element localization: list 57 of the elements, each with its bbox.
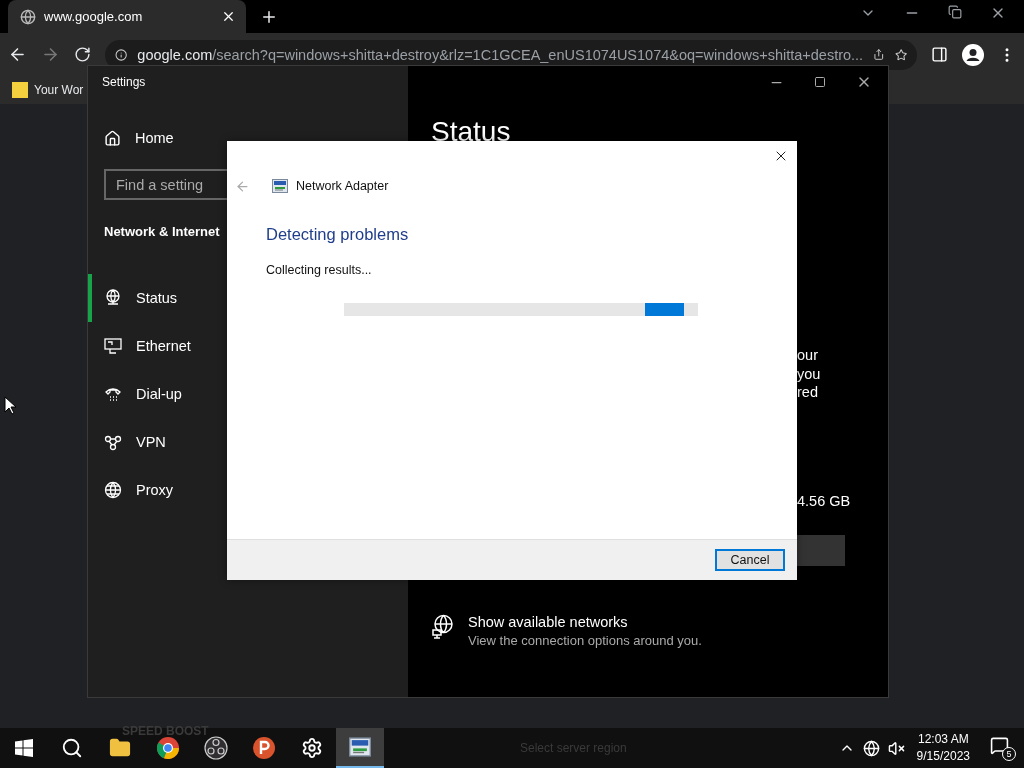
network-adapter-icon [349,736,371,758]
folder-icon [109,737,131,759]
windows-icon [15,739,33,757]
app-icon [252,736,276,760]
text-fragment: you [797,364,822,383]
nav-item[interactable]: VPN [88,418,174,466]
globe-icon [20,8,36,25]
settings-icon [301,737,323,759]
description: View the connection options around you. [468,632,702,648]
volume-muted-icon[interactable] [887,739,905,757]
link[interactable]: Show available networks [468,613,702,630]
bookmark[interactable]: Your Wor [34,83,84,97]
globe-monitor-icon [104,289,122,307]
heading: Detecting problems [266,225,410,244]
home-icon [104,129,121,147]
globe-monitor-icon [431,613,456,639]
close-icon[interactable] [221,9,236,24]
taskbar-app[interactable] [336,728,384,768]
maximize-icon[interactable] [814,76,826,88]
cancel-button[interactable]: Cancel [715,549,785,571]
data-usage: 4.56 GB [797,492,852,509]
cursor-icon [4,396,16,415]
star-icon[interactable] [894,46,907,63]
info-icon [115,46,128,63]
profile-icon[interactable] [962,43,984,66]
nav-item[interactable]: Dial-up [88,370,190,418]
vpn-icon [104,433,122,451]
nav-item[interactable]: Status [88,274,186,322]
network-adapter-icon [272,178,288,194]
window-title: Settings [101,74,147,91]
nav-item[interactable]: Proxy [88,466,182,514]
ethernet-icon [104,337,122,355]
browser-tab[interactable]: www.google.com [8,0,246,33]
side-panel-icon[interactable] [931,46,948,63]
globe-icon [104,481,122,499]
text-fragment: our [797,346,819,365]
reload-icon[interactable] [74,46,91,63]
notification-icon [990,735,1009,755]
section-title: Network & Internet [104,224,220,239]
chrome-icon [156,736,180,760]
status-text: Collecting results... [266,263,373,277]
page-title: Status [431,118,512,146]
phone-icon [104,385,122,403]
obs-icon [204,736,228,760]
home-link[interactable]: Home [88,120,190,156]
text-fragment: red [797,383,819,402]
notification-button[interactable]: 5 [990,735,1016,761]
share-icon[interactable] [873,47,885,62]
forward-icon[interactable] [41,45,60,64]
notification-count: 5 [1002,746,1016,761]
nav-item[interactable]: Ethernet [88,322,199,370]
back-icon[interactable] [8,45,27,64]
clock[interactable]: 12:03 AM 9/15/2023 [916,731,970,765]
search-icon [61,737,83,759]
network-icon[interactable] [862,739,880,757]
bookmark-favicon [12,82,28,98]
restore-icon[interactable] [948,4,962,19]
